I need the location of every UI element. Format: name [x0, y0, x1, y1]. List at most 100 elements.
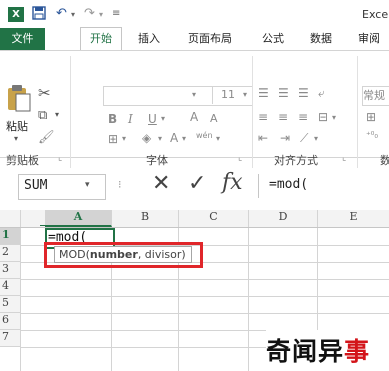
formula-bar-input[interactable]: =mod(: [258, 174, 389, 198]
tab-formulas[interactable]: 公式: [254, 28, 292, 50]
title-bar: X ↶ ▾ ↷ ▾ ≡ Excel: [0, 0, 389, 28]
accounting-format-icon[interactable]: ⊞: [366, 110, 376, 124]
name-box-dropdown-icon[interactable]: ▾: [85, 180, 90, 190]
decimal-icon[interactable]: ⁺⁰₀: [366, 131, 378, 141]
align-right-icon[interactable]: ≡: [298, 110, 308, 124]
highlight-box: [44, 242, 203, 268]
decrease-indent-icon[interactable]: ⇤: [258, 131, 268, 145]
tab-insert[interactable]: 插入: [130, 28, 168, 50]
column-header[interactable]: B: [112, 210, 179, 227]
tab-data[interactable]: 数据: [302, 28, 340, 50]
font-size-dropdown-icon[interactable]: ▾: [243, 90, 247, 99]
formula-bar-content: =mod(: [269, 177, 309, 192]
fill-color-dropdown-icon[interactable]: ▾: [158, 134, 162, 143]
phonetic-icon[interactable]: wén: [196, 131, 213, 140]
paste-label[interactable]: 粘贴: [6, 118, 28, 134]
save-icon[interactable]: [32, 6, 46, 24]
font-size-value: 11: [221, 88, 235, 101]
alignment-launcher-icon[interactable]: ⌞: [342, 153, 346, 163]
tab-file[interactable]: 文件: [0, 28, 45, 50]
watermark-text: 奇闻异事: [266, 332, 370, 368]
redo-dropdown-icon[interactable]: ▾: [99, 10, 103, 19]
row-header[interactable]: 5: [0, 296, 20, 313]
select-all-corner[interactable]: [0, 210, 21, 227]
grid-line: [20, 313, 389, 314]
orientation-icon[interactable]: ⟋: [300, 131, 308, 146]
column-header[interactable]: E: [318, 210, 389, 227]
number-format-value: 常规: [363, 89, 385, 102]
clipboard-launcher-icon[interactable]: ⌞: [58, 153, 62, 163]
font-launcher-icon[interactable]: ⌞: [238, 153, 242, 163]
border-icon[interactable]: ⊞: [108, 132, 118, 146]
border-dropdown-icon[interactable]: ▾: [122, 134, 126, 143]
tab-page-layout[interactable]: 页面布局: [178, 28, 242, 50]
merge-center-icon[interactable]: ⊟: [318, 110, 328, 124]
cut-icon[interactable]: ✂: [38, 84, 51, 102]
align-middle-icon[interactable]: ☰: [278, 86, 289, 100]
copy-dropdown-icon[interactable]: ▾: [55, 110, 59, 119]
paste-dropdown-icon[interactable]: ▾: [14, 134, 18, 143]
underline-dropdown-icon[interactable]: ▾: [161, 114, 165, 123]
name-box-value: SUM: [24, 178, 48, 193]
tab-home[interactable]: 开始: [80, 27, 122, 51]
customize-toolbar-icon[interactable]: ≡: [112, 8, 120, 19]
ribbon-separator: [357, 56, 358, 168]
enter-icon[interactable]: ✓: [188, 172, 206, 196]
column-header[interactable]: C: [179, 210, 249, 227]
undo-dropdown-icon[interactable]: ▾: [71, 10, 75, 19]
font-color-dropdown-icon[interactable]: ▾: [182, 134, 186, 143]
clipboard-group-label: 剪贴板: [6, 154, 39, 167]
underline-button[interactable]: U: [148, 112, 157, 126]
cancel-icon[interactable]: ✕: [152, 172, 170, 196]
font-color-icon[interactable]: A: [170, 131, 178, 145]
column-header[interactable]: D: [249, 210, 318, 227]
column-header[interactable]: A: [45, 210, 112, 227]
merge-dropdown-icon[interactable]: ▾: [332, 113, 336, 122]
increase-indent-icon[interactable]: ⇥: [280, 131, 290, 145]
wrap-text-icon[interactable]: ⤶: [318, 86, 325, 101]
insert-function-icon[interactable]: fx: [222, 170, 243, 195]
align-top-icon[interactable]: ☰: [258, 86, 269, 100]
fill-color-icon[interactable]: ◈: [142, 131, 151, 145]
row-header[interactable]: 2: [0, 245, 20, 262]
copy-icon[interactable]: ⧉: [38, 108, 47, 123]
row-header[interactable]: 3: [0, 262, 20, 279]
watermark-part2: 事: [344, 337, 371, 366]
align-center-icon[interactable]: ≡: [278, 110, 288, 124]
align-left-icon[interactable]: ≡: [258, 110, 268, 124]
cell-selection-marker: [40, 225, 46, 226]
italic-button[interactable]: I: [128, 112, 133, 126]
grid-line: [20, 279, 389, 280]
undo-icon[interactable]: ↶: [56, 6, 67, 21]
font-name-dropdown-icon[interactable]: ▾: [192, 90, 196, 99]
font-group-label: 字体: [146, 154, 168, 167]
orientation-dropdown-icon[interactable]: ▾: [314, 134, 318, 143]
number-format-box[interactable]: 常规: [362, 86, 389, 106]
grid-line: [20, 228, 21, 371]
redo-icon[interactable]: ↷: [84, 6, 95, 21]
phonetic-dropdown-icon[interactable]: ▾: [216, 134, 220, 143]
font-size-box[interactable]: 11 ▾: [212, 86, 253, 104]
row-header[interactable]: 1: [0, 228, 20, 245]
shrink-font-icon[interactable]: A: [210, 112, 218, 125]
grid-line: [248, 228, 249, 371]
align-bottom-icon[interactable]: ☰: [298, 86, 309, 100]
name-box[interactable]: SUM ▾: [18, 174, 106, 200]
row-header[interactable]: 7: [0, 330, 20, 347]
bold-button[interactable]: B: [108, 112, 117, 126]
grow-font-icon[interactable]: A: [190, 110, 198, 124]
ribbon-separator: [70, 56, 71, 168]
tab-review[interactable]: 审阅: [350, 28, 388, 50]
grid-line: [20, 296, 389, 297]
number-group-label: 数: [380, 154, 389, 167]
format-painter-icon[interactable]: 🖌: [38, 130, 55, 145]
ribbon-separator: [252, 56, 253, 168]
alignment-group-label: 对齐方式: [274, 154, 318, 167]
watermark: 奇闻异事: [266, 330, 389, 371]
row-header[interactable]: 4: [0, 279, 20, 296]
row-header[interactable]: 6: [0, 313, 20, 330]
watermark-part1: 奇闻异: [266, 337, 345, 366]
formula-bar-splitter-icon[interactable]: ⁝: [118, 178, 122, 191]
excel-logo-icon: X: [8, 7, 24, 22]
paste-icon[interactable]: [6, 84, 32, 116]
